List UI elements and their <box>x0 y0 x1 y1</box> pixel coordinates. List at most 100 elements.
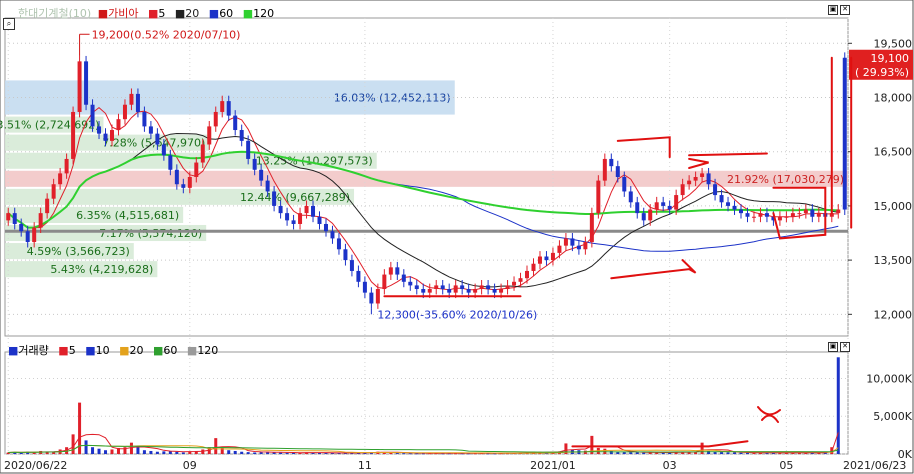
candle-body <box>654 202 659 210</box>
high-annotation: 19,200(0.52% 2020/07/10) <box>92 28 241 41</box>
candle-body <box>58 173 63 185</box>
candle-body <box>544 256 549 261</box>
candle-body <box>226 101 231 116</box>
candle-body <box>816 213 821 217</box>
zoom-icon[interactable]: ⌕ <box>3 18 15 30</box>
volume-bar <box>246 452 250 454</box>
candle-body <box>790 213 795 217</box>
candle-body <box>207 126 212 145</box>
candle-body <box>687 180 692 185</box>
candle-body <box>667 205 672 210</box>
candle-body <box>187 177 192 188</box>
candle-body <box>103 133 108 141</box>
candle-body <box>38 213 43 228</box>
x-tick-label: 2020/06/22 <box>4 459 67 472</box>
volume-bar <box>279 452 283 454</box>
candle-body <box>764 213 769 217</box>
candle-body <box>473 289 478 293</box>
candle-body <box>291 220 296 224</box>
volume-tick-label: 10,000K <box>866 372 912 385</box>
candle-body <box>486 285 491 290</box>
profile-label: 7.17% (5,574,120) <box>99 227 202 240</box>
candle-body <box>356 270 361 282</box>
maximize-icon[interactable]: ▣ <box>828 5 838 15</box>
low-annotation: 12,300(-35.60% 2020/10/26) <box>377 308 537 321</box>
candle-body <box>537 256 542 264</box>
volume-bar <box>285 452 289 454</box>
candle-body <box>622 177 627 192</box>
volume-bar <box>629 452 633 454</box>
candle-body <box>434 285 439 290</box>
volume-bar <box>635 452 639 454</box>
x-tick-label: 2021/01 <box>530 459 576 472</box>
candle-body <box>479 285 484 290</box>
candle-body <box>492 289 497 293</box>
x-tick-label: 11 <box>358 459 372 472</box>
profile-band <box>5 170 848 187</box>
candle-body <box>700 173 705 177</box>
candle-body <box>589 213 594 243</box>
profile-label: 6.35% (4,515,681) <box>76 209 179 222</box>
candle-body <box>239 130 244 141</box>
candle-body <box>142 111 147 127</box>
candle-body <box>194 162 199 177</box>
candle-body <box>336 238 341 250</box>
candle-body <box>122 104 127 120</box>
candle-body <box>726 202 731 206</box>
volume-title: ■거래량 <box>8 344 49 357</box>
x-tick-label: 2021/06/23 <box>843 459 906 472</box>
candle-body <box>259 169 264 181</box>
candle-body <box>674 195 679 210</box>
candle-body <box>693 177 698 181</box>
profile-label: 5.43% (4,219,628) <box>50 263 153 276</box>
volume-bar <box>720 452 724 454</box>
close-icon[interactable]: ✕ <box>840 5 850 15</box>
volume-close-icon[interactable]: ✕ <box>840 342 850 352</box>
volume-bar <box>700 442 704 454</box>
candle-body <box>641 213 646 221</box>
indicator-title: 한대기계철(10) <box>18 7 92 20</box>
candle-body <box>797 213 802 215</box>
candle-body <box>213 111 218 127</box>
candle-body <box>836 209 841 214</box>
candle-body <box>343 249 348 261</box>
candle-body <box>6 213 11 221</box>
candle-body <box>90 104 95 127</box>
candle-body <box>298 213 303 224</box>
volume-bar <box>726 452 730 454</box>
profile-label: 12.44% (9,667,289) <box>240 191 350 204</box>
x-tick-label: 05 <box>779 459 793 472</box>
candle-body <box>661 202 666 206</box>
volume-bar <box>253 452 257 454</box>
candle-body <box>401 274 406 282</box>
volume-bar <box>214 438 218 454</box>
profile-label: 21.92% (17,030,279) <box>727 173 844 186</box>
volume-bar <box>162 451 166 454</box>
volume-bar <box>642 452 646 454</box>
candle-body <box>77 61 82 112</box>
volume-maximize-icon[interactable]: ▣ <box>828 342 838 352</box>
candle-body <box>739 209 744 214</box>
candle-body <box>842 57 847 210</box>
candle-body <box>323 223 328 232</box>
candle-body <box>388 267 393 275</box>
candle-body <box>745 213 750 217</box>
y-tick-label: 15,000 <box>874 200 913 213</box>
candle-body <box>51 184 56 199</box>
candle-body <box>713 184 718 196</box>
candle-body <box>680 184 685 196</box>
candle-body <box>285 213 290 221</box>
candle-body <box>408 281 413 286</box>
candle-body <box>317 216 322 224</box>
chart-canvas: 16.03% (12,452,113)3.51% (2,724,692)7.28… <box>0 0 914 474</box>
ma5-label: ■5 <box>147 7 166 20</box>
candle-body <box>732 205 737 210</box>
profile-label: 4.59% (3,566,723) <box>27 245 130 258</box>
candle-body <box>751 216 756 218</box>
candle-body <box>84 61 89 105</box>
candle-body <box>719 195 724 203</box>
candle-body <box>155 133 160 145</box>
volume-bar <box>149 450 153 454</box>
candle-body <box>278 205 283 214</box>
volume-bar <box>733 452 737 454</box>
